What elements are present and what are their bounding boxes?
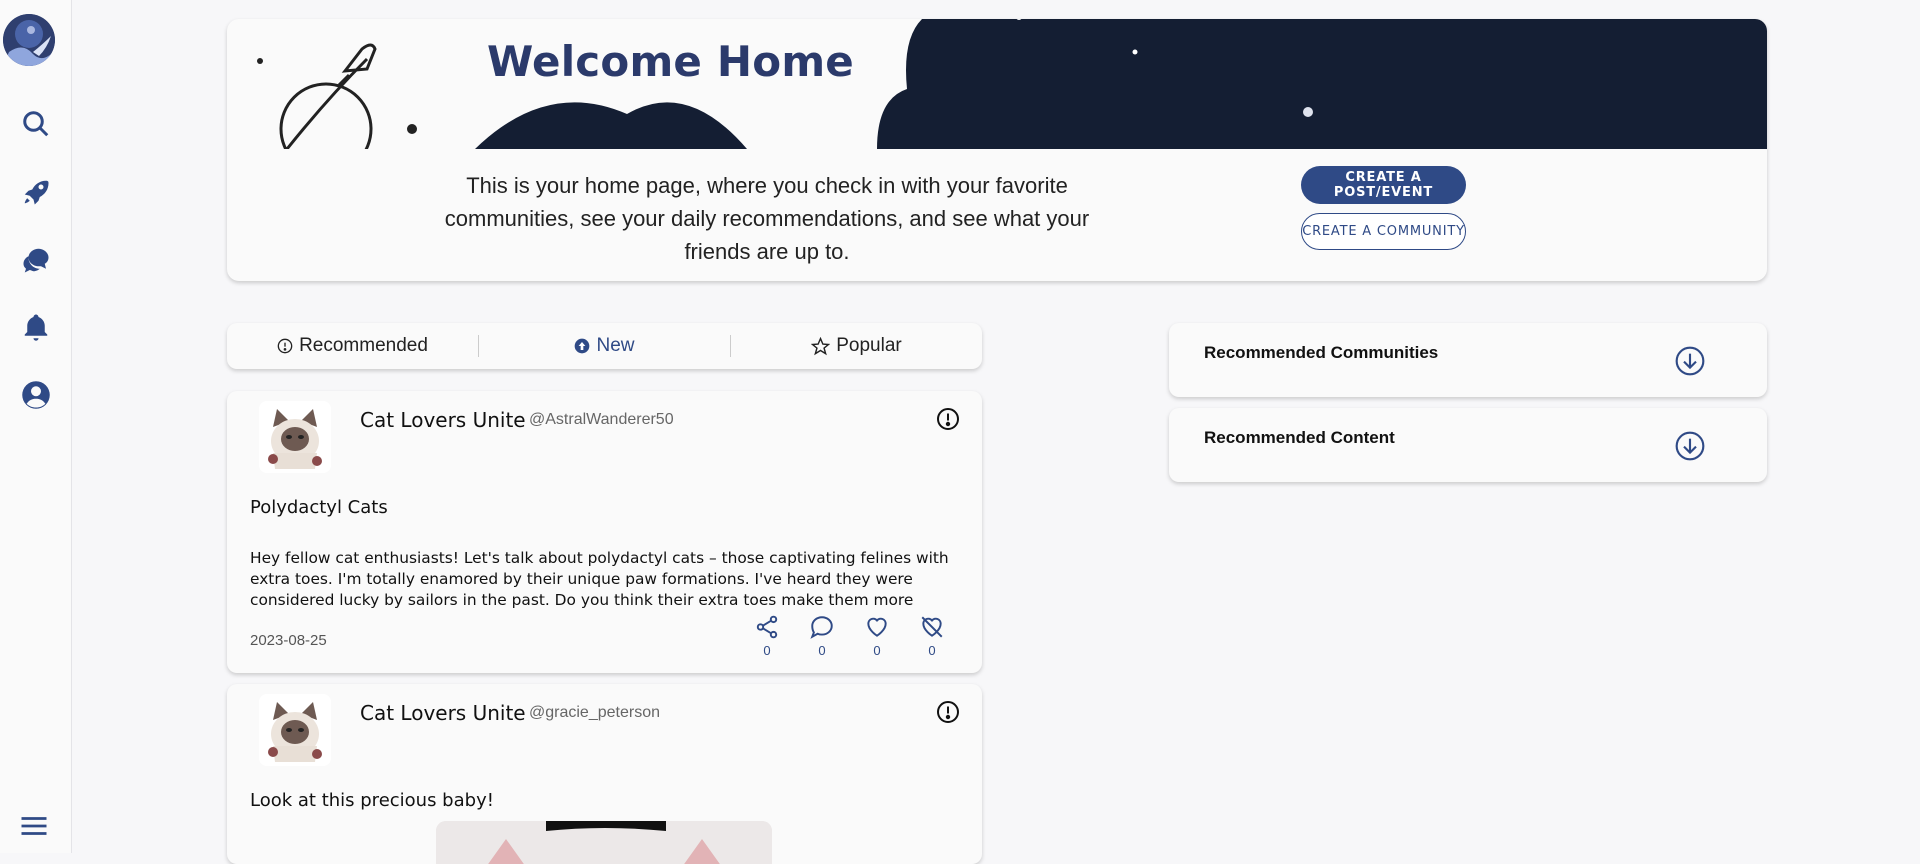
tab-new[interactable]: New	[479, 323, 730, 369]
create-post-button[interactable]: CREATE A POST/EVENT	[1301, 166, 1466, 204]
recommended-communities-panel[interactable]: Recommended Communities	[1169, 323, 1767, 397]
rocket-icon[interactable]	[16, 172, 56, 212]
sidebar	[0, 0, 72, 853]
panel-title: Recommended Content	[1204, 428, 1395, 447]
banner-description: This is your home page, where you check …	[444, 173, 1090, 264]
post-card[interactable]: Cat Lovers Unite @AstralWanderer50 Polyd…	[227, 391, 982, 673]
community-avatar[interactable]	[259, 694, 331, 766]
community-avatar[interactable]	[259, 401, 331, 473]
app-logo[interactable]	[3, 14, 55, 66]
like-button[interactable]: 0	[862, 614, 892, 658]
feed-tabs: Recommended New Popular	[227, 323, 982, 369]
recommended-content-panel[interactable]: Recommended Content	[1169, 408, 1767, 482]
welcome-banner: Welcome Home This is your home page, whe…	[227, 19, 1767, 281]
post-username[interactable]: @gracie_peterson	[529, 704, 660, 722]
user-icon[interactable]	[16, 375, 56, 415]
create-community-button[interactable]: CREATE A COMMUNITY	[1301, 213, 1466, 250]
page-title: Welcome Home	[487, 37, 854, 86]
post-community-name[interactable]: Cat Lovers Unite	[360, 701, 526, 725]
post-card[interactable]: Cat Lovers Unite @gracie_peterson Look a…	[227, 684, 982, 864]
panel-title: Recommended Communities	[1204, 343, 1439, 362]
tab-recommended[interactable]: Recommended	[227, 323, 478, 369]
comment-count: 0	[818, 643, 826, 658]
expand-arrow-icon[interactable]	[1674, 345, 1706, 377]
dislike-count: 0	[928, 643, 936, 658]
post-body[interactable]: Hey fellow cat enthusiasts! Let's talk a…	[250, 548, 970, 611]
info-circle-icon	[277, 338, 293, 354]
tab-label: Popular	[836, 335, 902, 356]
hamburger-menu-icon[interactable]	[14, 806, 54, 846]
chat-bubbles-icon[interactable]	[16, 240, 56, 280]
post-date: 2023-08-25	[250, 632, 327, 649]
tab-label: New	[596, 335, 635, 356]
tab-label: Recommended	[299, 335, 428, 356]
post-title[interactable]: Polydactyl Cats	[250, 497, 388, 518]
share-count: 0	[763, 643, 771, 658]
heart-icon	[867, 617, 887, 637]
dislike-button[interactable]: 0	[917, 614, 947, 658]
comment-button[interactable]: 0	[807, 614, 837, 658]
tab-popular[interactable]: Popular	[731, 323, 982, 369]
share-button[interactable]: 0	[752, 614, 782, 658]
bell-icon[interactable]	[16, 307, 56, 347]
banner-illustration	[257, 19, 1767, 149]
post-community-name[interactable]: Cat Lovers Unite	[360, 408, 526, 432]
post-image[interactable]	[436, 821, 772, 864]
expand-arrow-icon[interactable]	[1674, 430, 1706, 462]
post-username[interactable]: @AstralWanderer50	[529, 411, 674, 429]
star-icon	[811, 336, 831, 355]
arrow-up-circle-icon	[575, 338, 590, 354]
report-icon[interactable]	[936, 700, 960, 724]
like-count: 0	[873, 643, 881, 658]
report-icon[interactable]	[936, 407, 960, 431]
comment-icon	[810, 616, 833, 639]
search-icon[interactable]	[16, 104, 56, 144]
post-title[interactable]: Look at this precious baby!	[250, 790, 494, 811]
heart-off-icon	[921, 616, 943, 638]
share-icon	[756, 615, 778, 639]
